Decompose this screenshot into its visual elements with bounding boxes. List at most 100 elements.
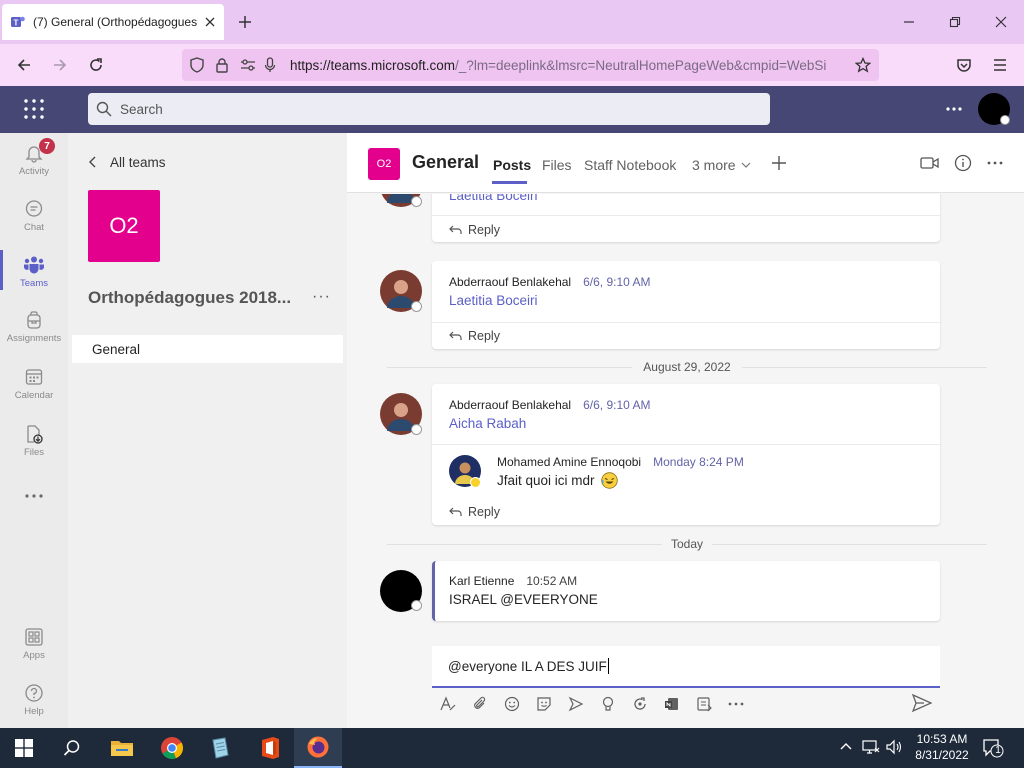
reply-arrow-icon [448,225,468,235]
reply-arrow-icon [448,507,468,517]
office-icon[interactable] [246,728,294,768]
date-separator-line [712,544,987,545]
team-more-icon[interactable]: ··· [312,288,331,306]
rail-item-activity[interactable]: Activity [0,132,68,188]
author-name[interactable]: Abderraouf Benlakehal [449,275,571,289]
presence-status-icon [411,424,422,435]
author-name[interactable]: Karl Etienne [449,574,514,588]
url-bar[interactable]: https://teams.microsoft.com/_?lm=deeplin… [182,49,879,81]
message-text: ISRAEL @EVEERYONE [449,592,598,607]
message-card[interactable]: Laetitia Boceiri Reply [432,194,940,242]
volume-icon[interactable] [885,739,903,755]
network-icon[interactable] [862,739,880,755]
rail-item-chat[interactable]: Chat [0,188,68,244]
mention-link[interactable]: Laetitia Boceiri [449,293,538,308]
search-icon[interactable] [48,728,96,768]
url-text[interactable]: https://teams.microsoft.com/_?lm=deeplin… [290,58,855,73]
add-tab-icon[interactable] [771,155,787,171]
tab-staff-notebook[interactable]: Staff Notebook [584,157,676,173]
message-feed[interactable]: Laetitia Boceiri Reply Abderraouf Benlak… [347,194,1024,645]
tab-posts[interactable]: Posts [493,157,531,173]
permissions-icon[interactable] [240,58,256,72]
message-card[interactable]: Abderraouf Benlakehal 6/6, 9:10 AM Laeti… [432,261,940,349]
pocket-icon[interactable] [950,51,978,79]
rail-item-assignments[interactable]: Assignments [0,299,68,355]
author-name[interactable]: Abderraouf Benlakehal [449,398,571,412]
reply-label: Reply [468,329,500,343]
rail-item-help[interactable]: Help [0,672,68,728]
message-card[interactable]: Abderraouf Benlakehal 6/6, 9:10 AM Aicha… [432,384,940,525]
firefox-icon[interactable] [294,728,342,768]
format-icon[interactable] [432,696,464,712]
reply-label: Reply [468,505,500,519]
taskbar-clock[interactable]: 10:53 AM 8/31/2022 [906,731,978,763]
teams-favicon-icon: T [10,14,26,30]
channel-more-icon[interactable] [986,157,1004,169]
back-arrow-icon[interactable] [10,51,38,79]
tray-chevron-up-icon[interactable] [839,740,853,754]
channel-item-general[interactable]: General [72,335,343,363]
emoji-icon[interactable] [496,696,528,712]
sticker-icon[interactable] [528,696,560,712]
rail-item-teams[interactable]: Teams [0,244,68,300]
calendar-icon [24,367,44,390]
svg-text:T: T [14,19,19,28]
forms-icon[interactable] [688,696,720,712]
reply-button[interactable]: Reply [448,223,500,237]
info-icon[interactable] [954,154,972,172]
app-launcher-icon[interactable] [22,97,46,121]
rail-item-files[interactable]: Files [0,413,68,469]
rail-more-icon[interactable] [24,490,44,502]
active-tab-underline [492,181,527,184]
team-avatar-tile: O2 [88,190,160,262]
rail-item-calendar[interactable]: Calendar [0,356,68,412]
chrome-icon[interactable] [148,728,196,768]
reply-button[interactable]: Reply [448,329,500,343]
message-card[interactable]: Karl Etienne 10:52 AM ISRAEL @EVEERYONE [432,561,940,621]
loop-icon[interactable] [624,696,656,712]
tab-files[interactable]: Files [542,157,572,173]
all-teams-link[interactable]: All teams [88,150,166,174]
date-separator: Today [670,537,704,551]
window-close-icon[interactable] [981,8,1021,36]
team-name: Orthopédagogues 2018... [88,288,292,307]
hamburger-menu-icon[interactable] [986,51,1014,79]
rail-item-apps[interactable]: Apps [0,616,68,672]
bookmark-star-icon[interactable] [855,57,871,73]
tab-more-label: 3 more [692,157,736,173]
attach-icon[interactable] [464,696,496,712]
minimize-icon[interactable] [889,8,929,36]
file-explorer-icon[interactable] [98,728,146,768]
lock-icon[interactable] [216,57,228,73]
windows-start-icon[interactable] [0,728,48,768]
tab-more-dropdown[interactable]: 3 more [692,157,751,173]
browser-tab[interactable]: T (7) General (Orthopédagogues [2,4,224,40]
mention-link[interactable]: Laetitia Boceiri [449,194,538,203]
search-placeholder: Search [120,101,163,117]
tab-close-icon[interactable] [204,16,216,28]
new-tab-icon[interactable] [232,8,258,36]
date-separator-line [742,367,987,368]
microphone-icon[interactable] [264,57,276,73]
video-meet-icon[interactable] [920,155,940,171]
more-actions-icon[interactable] [720,701,752,707]
reload-icon[interactable] [82,51,110,79]
schedule-meeting-icon[interactable] [560,696,592,712]
notepad-icon[interactable] [196,728,244,768]
author-name[interactable]: Mohamed Amine Ennoqobi [497,455,641,469]
more-options-icon[interactable] [944,101,964,117]
onenote-icon[interactable] [656,696,688,712]
rail-label: Assignments [6,333,62,344]
presence-status-icon [411,600,422,611]
reply-button[interactable]: Reply [448,505,500,519]
praise-icon[interactable] [592,696,624,712]
date-separator: August 29, 2022 [643,360,731,374]
search-input[interactable]: Search [88,93,770,125]
send-icon[interactable] [912,694,932,712]
compose-box[interactable]: @everyone IL A DES JUIF [432,646,940,688]
forward-arrow-icon[interactable] [46,51,74,79]
presence-status-icon [411,301,422,312]
restore-icon[interactable] [935,8,975,36]
shield-icon[interactable] [190,57,204,73]
mention-link[interactable]: Aicha Rabah [449,416,526,431]
